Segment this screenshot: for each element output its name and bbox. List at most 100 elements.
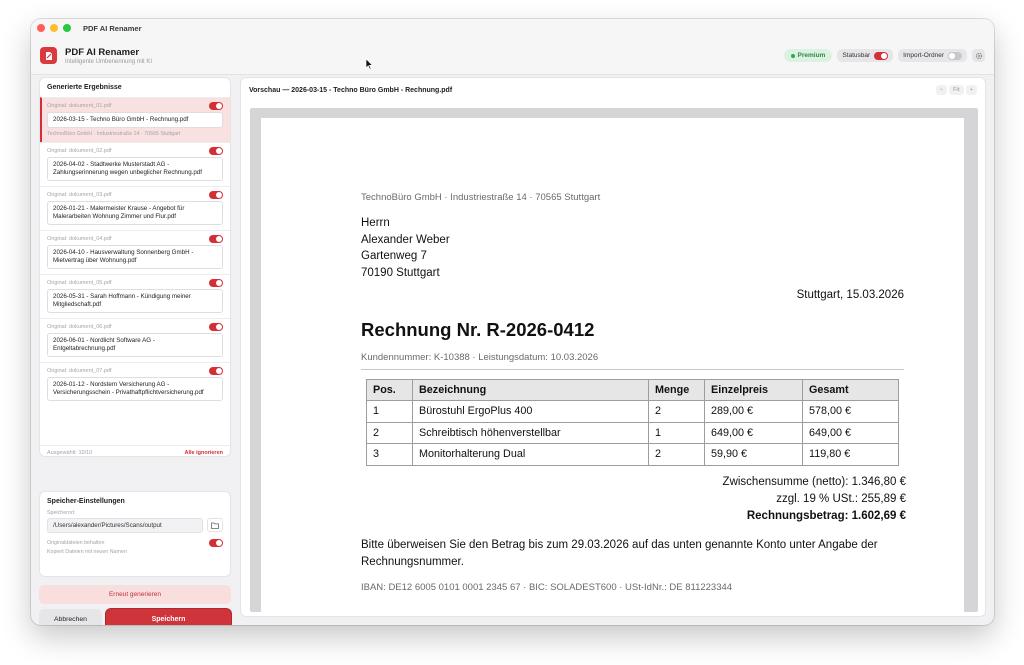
- result-item[interactable]: Original: dokument_06.pdf 2026-06-01 - N…: [40, 318, 230, 362]
- results-list[interactable]: Original: dokument_01.pdf 2026-03-15 - T…: [40, 97, 230, 445]
- original-filename: Original: dokument_03.pdf: [47, 192, 112, 198]
- doc-totals: Zwischensumme (netto): 1.346,80 € zzgl. …: [361, 474, 906, 525]
- mouse-pointer-icon: [365, 58, 374, 70]
- doc-meta: Kundennummer: K-10388 · Leistungsdatum: …: [361, 352, 904, 370]
- settings-button[interactable]: [972, 49, 985, 62]
- table-row: 1 Bürostuhl ErgoPlus 400 2 289,00 € 578,…: [366, 400, 899, 423]
- table-header: Einzelpreis: [704, 379, 803, 401]
- zoom-out-button[interactable]: −: [935, 85, 948, 95]
- original-filename: Original: dokument_05.pdf: [47, 280, 112, 286]
- close-window-button[interactable]: [37, 24, 45, 32]
- preview-title: Vorschau — 2026-03-15 - Techno Büro GmbH…: [249, 86, 453, 94]
- original-filename: Original: dokument_01.pdf: [47, 103, 112, 109]
- title-bar: PDF AI Renamer: [31, 19, 994, 37]
- results-footer: Ausgewählt: 10/10 Alle ignorieren: [40, 445, 230, 460]
- result-enabled-toggle[interactable]: [209, 147, 223, 155]
- invoice-table: Pos. Bezeichnung Menge Einzelpreis Gesam…: [366, 379, 899, 466]
- keep-originals-toggle[interactable]: [209, 539, 223, 547]
- doc-sender: TechnoBüro GmbH · Industriestraße 14 · 7…: [361, 192, 601, 203]
- zoom-in-button[interactable]: +: [965, 85, 977, 95]
- app-window: PDF AI Renamer PDF AI Renamer Intelligen…: [31, 19, 994, 625]
- detected-address: TechnoBüro GmbH · Industriestraße 14 · 7…: [47, 131, 181, 137]
- new-filename-field[interactable]: 2026-04-10 - Hausverwaltung Sonnenberg G…: [47, 245, 223, 269]
- preview-canvas[interactable]: TechnoBüro GmbH · Industriestraße 14 · 7…: [250, 108, 978, 612]
- result-enabled-toggle[interactable]: [209, 191, 223, 199]
- result-item[interactable]: Original: dokument_04.pdf 2026-04-10 - H…: [40, 230, 230, 274]
- zoom-fit-button[interactable]: Fit: [949, 85, 964, 95]
- preview-panel: Vorschau — 2026-03-15 - Techno Büro GmbH…: [240, 77, 986, 617]
- results-card: Generierte Ergebnisse Original: dokument…: [39, 77, 231, 457]
- doc-title: Rechnung Nr. R-2026-0412: [361, 319, 595, 340]
- window-title: PDF AI Renamer: [83, 23, 142, 33]
- storage-location-label: Speicherort:: [47, 510, 76, 516]
- zoom-controls: − Fit +: [935, 85, 977, 95]
- table-header: Bezeichnung: [412, 379, 649, 401]
- storage-path-field[interactable]: /Users/alexander/Pictures/Scans/output: [47, 518, 203, 533]
- cancel-button[interactable]: Abbrechen: [39, 609, 102, 625]
- result-item[interactable]: Original: dokument_02.pdf 2026-04-02 - S…: [40, 142, 230, 186]
- original-filename: Original: dokument_07.pdf: [47, 368, 112, 374]
- import-folder-toggle[interactable]: [948, 51, 962, 60]
- minimize-window-button[interactable]: [50, 24, 58, 32]
- result-enabled-toggle[interactable]: [209, 367, 223, 375]
- ignore-all-link[interactable]: Alle ignorieren: [184, 450, 223, 456]
- app-name: PDF AI Renamer: [65, 46, 140, 58]
- storage-title: Speicher-Einstellungen: [47, 498, 125, 505]
- pdf-logo-icon: [40, 47, 57, 64]
- save-button[interactable]: Speichern: [106, 609, 231, 625]
- import-folder-toggle-group[interactable]: Import-Ordner: [898, 49, 967, 62]
- premium-label: Premium: [797, 52, 826, 59]
- original-filename: Original: dokument_02.pdf: [47, 148, 112, 154]
- original-filename: Original: dokument_04.pdf: [47, 236, 112, 242]
- table-header-row: Pos. Bezeichnung Menge Einzelpreis Gesam…: [366, 379, 899, 401]
- doc-date: Stuttgart, 15.03.2026: [796, 289, 904, 301]
- selected-count: Ausgewählt: 10/10: [47, 450, 93, 456]
- storage-settings-card: Speicher-Einstellungen Speicherort: /Use…: [39, 491, 231, 577]
- original-filename: Original: dokument_06.pdf: [47, 324, 112, 330]
- status-dot-icon: [790, 53, 795, 58]
- table-row: 2 Schreibtisch höhenverstellbar 1 649,00…: [366, 421, 899, 444]
- results-title: Generierte Ergebnisse: [47, 84, 122, 91]
- table-header: Gesamt: [802, 379, 899, 401]
- import-folder-label: Import-Ordner: [903, 52, 944, 59]
- app-header: PDF AI Renamer Intelligente Umbenennung …: [31, 37, 994, 75]
- vat: zzgl. 19 % USt.: 255,89 €: [776, 492, 906, 505]
- new-filename-field[interactable]: 2026-04-02 - Stadtwerke Musterstadt AG -…: [47, 157, 223, 181]
- folder-icon: [211, 522, 219, 529]
- document-page: TechnoBüro GmbH · Industriestraße 14 · 7…: [261, 118, 964, 612]
- result-item[interactable]: Original: dokument_03.pdf 2026-01-21 - M…: [40, 186, 230, 230]
- table-header: Pos.: [366, 379, 413, 401]
- result-enabled-toggle[interactable]: [209, 279, 223, 287]
- result-enabled-toggle[interactable]: [209, 323, 223, 331]
- app-subtitle: Intelligente Umbenennung mit KI: [65, 58, 153, 65]
- result-item[interactable]: Original: dokument_07.pdf 2026-01-12 - N…: [40, 362, 230, 406]
- new-filename-field[interactable]: 2026-05-31 - Sarah Hoffmann - Kündigung …: [47, 289, 223, 313]
- zoom-window-button[interactable]: [63, 24, 71, 32]
- table-row: 3 Monitorhalterung Dual 2 59,90 € 119,80…: [366, 443, 899, 466]
- statusbar-toggle-group[interactable]: Statusbar: [837, 49, 894, 62]
- premium-badge: Premium: [783, 49, 833, 62]
- result-enabled-toggle[interactable]: [209, 102, 223, 110]
- keep-originals-label: Originaldateien behalten: [47, 540, 105, 546]
- result-item[interactable]: Original: dokument_01.pdf 2026-03-15 - T…: [40, 97, 230, 142]
- total-amount: Rechnungsbetrag: 1.602,69 €: [746, 509, 906, 522]
- window-controls: [37, 24, 71, 32]
- bank-details: IBAN: DE12 6005 0101 0001 2345 67 · BIC:…: [361, 581, 733, 593]
- statusbar-toggle[interactable]: [874, 51, 889, 60]
- result-item[interactable]: Original: dokument_05.pdf 2026-05-31 - S…: [40, 274, 230, 318]
- regenerate-button[interactable]: Erneut generieren: [39, 585, 231, 604]
- table-header: Menge: [648, 379, 705, 401]
- new-filename-field[interactable]: 2026-01-12 - Nordstern Versicherung AG -…: [47, 377, 223, 401]
- new-filename-field[interactable]: 2026-03-15 - Techno Büro GmbH - Rechnung…: [47, 112, 223, 128]
- left-panel: Generierte Ergebnisse Original: dokument…: [39, 77, 231, 625]
- gear-icon: [975, 52, 982, 59]
- doc-recipient: Herrn Alexander Weber Gartenweg 7 70190 …: [361, 217, 450, 279]
- new-filename-field[interactable]: 2026-01-21 - Malermeister Krause - Angeb…: [47, 201, 223, 225]
- result-enabled-toggle[interactable]: [209, 235, 223, 243]
- subtotal: Zwischensumme (netto): 1.346,80 €: [722, 475, 906, 488]
- payment-text: Bitte überweisen Sie den Betrag bis zum …: [361, 538, 878, 568]
- keep-originals-note: Kopiert Dateien mit neuen Namen: [47, 549, 127, 555]
- new-filename-field[interactable]: 2026-06-01 - Nordlicht Software AG - Ent…: [47, 333, 223, 357]
- choose-folder-button[interactable]: [207, 518, 223, 532]
- statusbar-label: Statusbar: [842, 52, 871, 59]
